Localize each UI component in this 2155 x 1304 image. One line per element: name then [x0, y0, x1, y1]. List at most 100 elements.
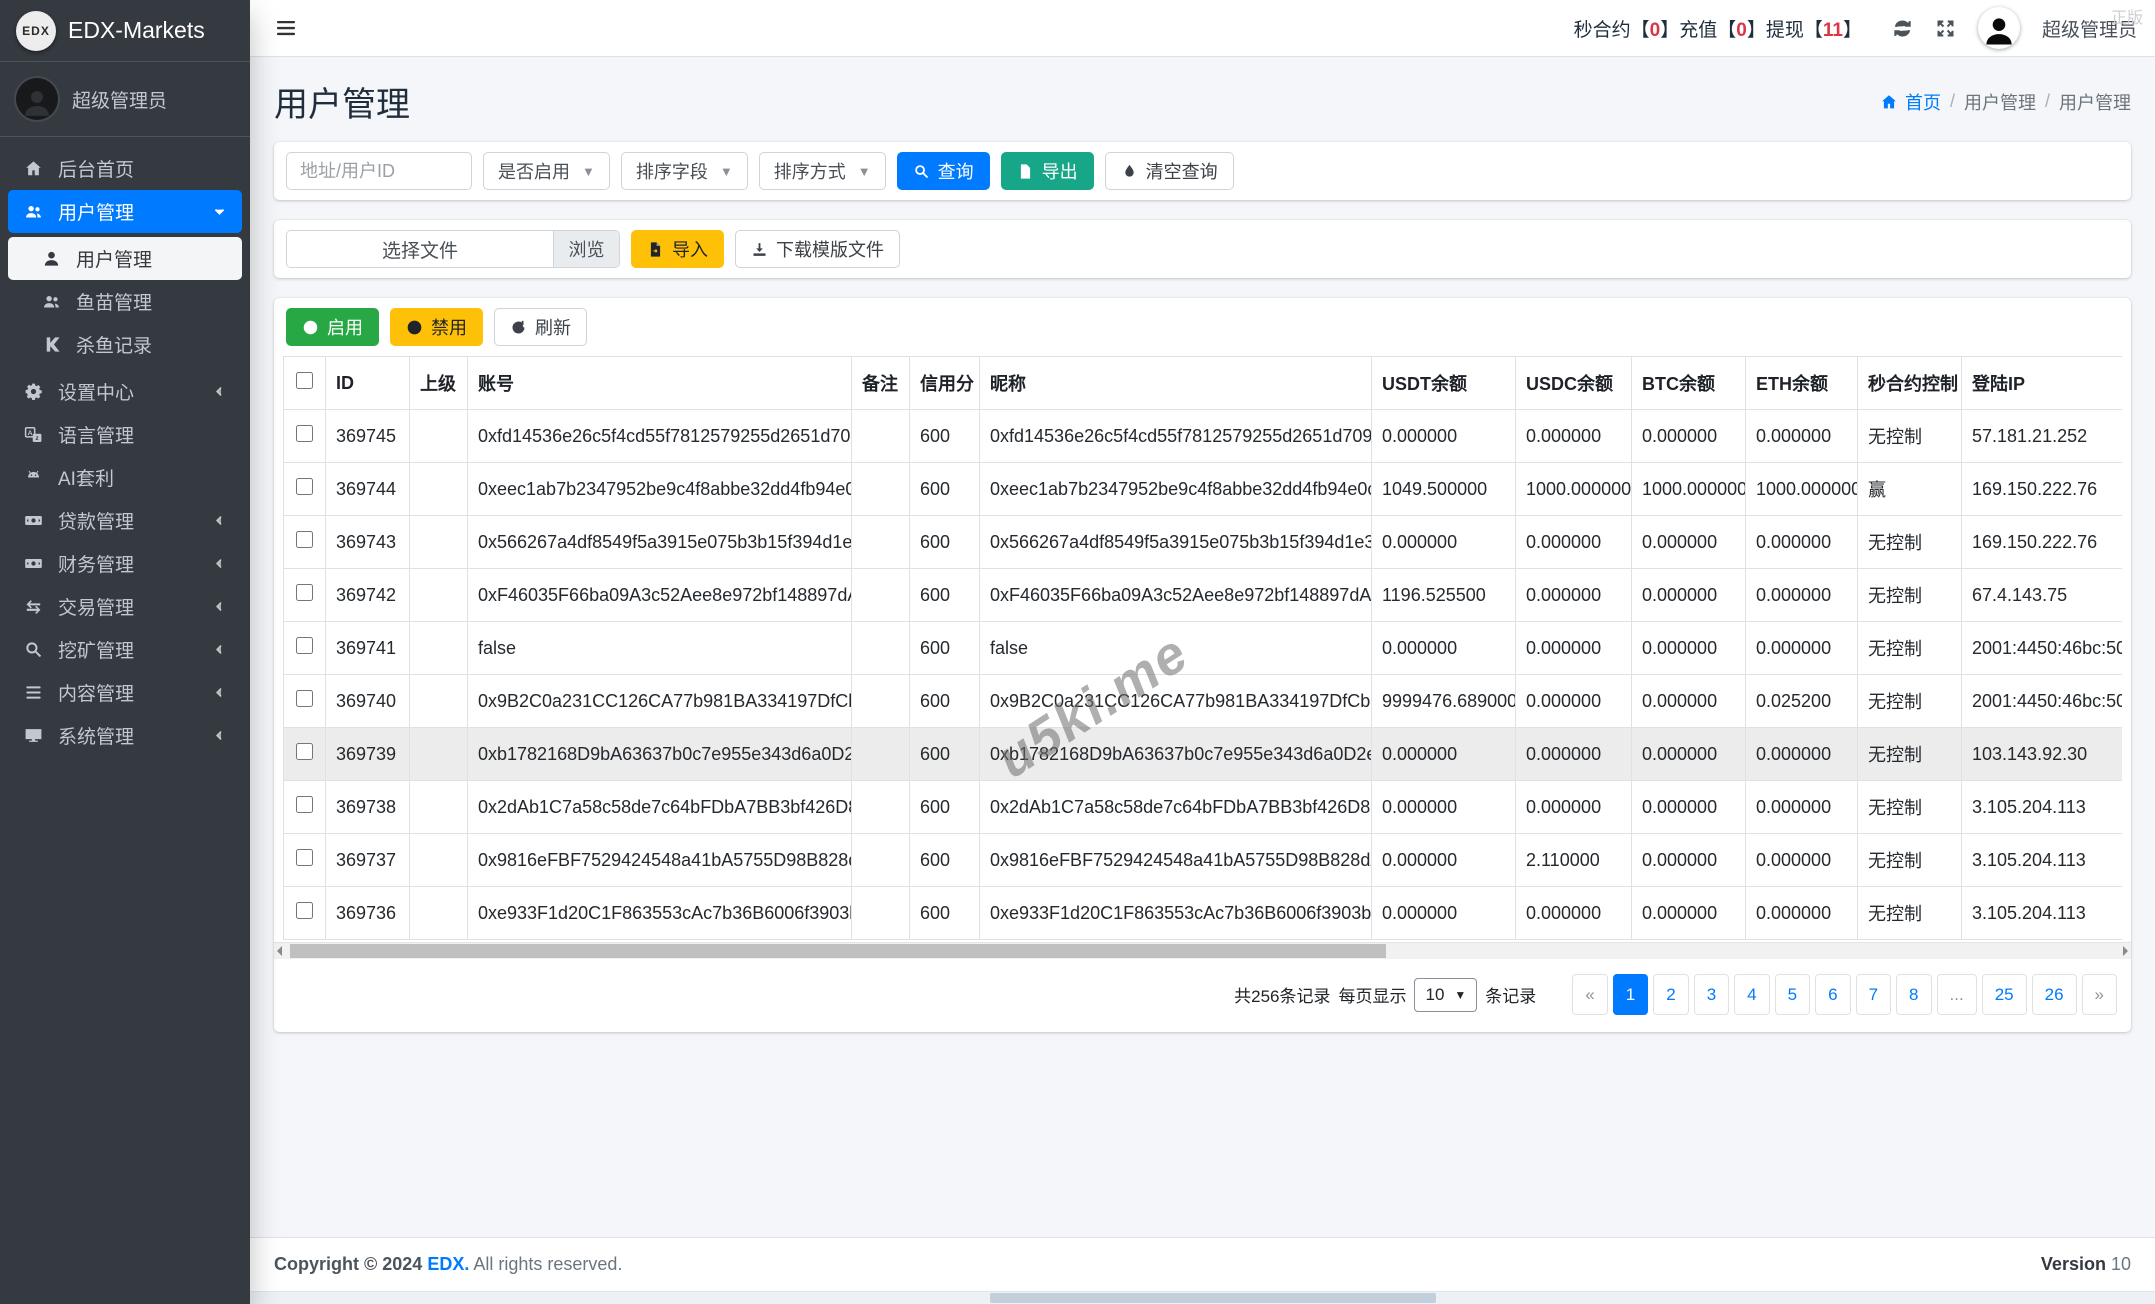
row-checkbox[interactable] — [296, 902, 313, 919]
column-header-登陆IP: 登陆IP — [1961, 356, 2122, 410]
file-input[interactable]: 选择文件 浏览 — [286, 230, 620, 268]
breadcrumb-home-link[interactable]: 首页 — [1880, 89, 1941, 115]
page-title: 用户管理 — [274, 86, 410, 124]
sidebar-item-语言管理[interactable]: Az 语言管理 — [8, 413, 242, 456]
cell-note — [851, 674, 910, 728]
pager-page-6[interactable]: 6 — [1815, 974, 1851, 1015]
cell-note — [851, 727, 910, 781]
disable-button-label: 禁用 — [431, 318, 467, 338]
table-row: 369742 0xF46035F66ba09A3c52Aee8e972bf1488… — [283, 568, 2122, 622]
pager-page-5[interactable]: 5 — [1774, 974, 1811, 1015]
topbar-avatar[interactable] — [1977, 7, 2020, 49]
user-silhouette-icon — [1981, 13, 2017, 49]
pager-page-3[interactable]: 3 — [1693, 974, 1730, 1015]
page-scrollbar-thumb[interactable] — [990, 1293, 1436, 1303]
row-checkbox[interactable] — [296, 478, 313, 495]
refresh-icon[interactable] — [1892, 18, 1913, 39]
pager-page-8[interactable]: 8 — [1896, 974, 1932, 1015]
sort-field-select[interactable]: 排序字段 ▼ — [620, 152, 748, 190]
sidebar-toggle-button[interactable] — [250, 0, 322, 56]
sidebar-item-内容管理[interactable]: 内容管理 — [8, 671, 242, 714]
brand[interactable]: EDX EDX-Markets — [0, 0, 250, 62]
fullscreen-icon[interactable] — [1935, 18, 1956, 39]
cell-usdt: 0.000000 — [1371, 621, 1516, 675]
home-icon — [20, 159, 46, 178]
per-page-select[interactable]: 10 ▼ — [1414, 977, 1478, 1012]
cell-nickname: 0x9816eFBF7529424548a41bA5755D98B828dA2f… — [979, 833, 1372, 887]
file-export-icon — [1017, 163, 1034, 180]
pager-page-2[interactable]: 2 — [1653, 974, 1689, 1015]
stat-value: 0 — [1649, 19, 1661, 41]
pager-page-4[interactable]: 4 — [1734, 974, 1770, 1015]
disable-button[interactable]: 禁用 — [390, 308, 483, 346]
sidebar-item-贷款管理[interactable]: 贷款管理 — [8, 499, 242, 542]
cell-usdt: 9999476.689000 — [1371, 674, 1516, 728]
content-icon — [20, 683, 46, 702]
row-checkbox[interactable] — [296, 584, 313, 601]
column-header-BTC余额: BTC余额 — [1631, 356, 1746, 410]
cell-usdc: 0.000000 — [1515, 886, 1632, 940]
svg-text:A: A — [27, 430, 32, 437]
pager-page-1[interactable]: 1 — [1612, 974, 1649, 1015]
sidebar-subitem-杀鱼记录[interactable]: 杀鱼记录 — [8, 323, 242, 366]
refresh-button[interactable]: 刷新 — [494, 308, 587, 346]
pager-page-25[interactable]: 25 — [1981, 974, 2027, 1015]
query-button[interactable]: 查询 — [896, 152, 990, 190]
menu-item-label: 后台首页 — [58, 160, 135, 181]
file-import-icon — [647, 241, 664, 258]
row-checkbox[interactable] — [296, 796, 313, 813]
download-template-button[interactable]: 下载模版文件 — [735, 230, 900, 268]
row-checkbox[interactable] — [296, 637, 313, 654]
svg-text:z: z — [35, 435, 38, 442]
sidebar-item-设置中心[interactable]: 设置中心 — [8, 370, 242, 413]
refresh-button-label: 刷新 — [535, 318, 571, 338]
user-silhouette-icon — [20, 86, 54, 120]
scroll-left-arrow-icon[interactable] — [277, 946, 282, 956]
sidebar-item-系统管理[interactable]: 系统管理 — [8, 714, 242, 757]
sidebar-item-AI套利[interactable]: AI套利 — [8, 456, 242, 499]
sidebar-item-用户管理[interactable]: 用户管理 — [8, 190, 242, 233]
version-label: Version — [2040, 1254, 2106, 1274]
row-checkbox[interactable] — [296, 690, 313, 707]
enabled-filter-select[interactable]: 是否启用 ▼ — [483, 152, 610, 190]
row-checkbox[interactable] — [296, 531, 313, 548]
users-table: ID 上级 账号 备注 信用分 昵称 USDT余额 USDC余额 BTC余额 ETH余额 秒合约控制… — [283, 356, 2122, 940]
browse-button[interactable]: 浏览 — [553, 231, 619, 267]
search-input[interactable] — [286, 152, 472, 190]
sort-order-label: 排序方式 — [773, 162, 846, 182]
table-card: 启用 禁用 刷新 ID 上级 账号 备注 信用分 昵称 USDT余额 USDC余额 BTC余额 E… — [274, 298, 2131, 1032]
import-button[interactable]: 导入 — [631, 230, 724, 268]
users-icon — [38, 292, 64, 311]
pager-page-26[interactable]: 26 — [2031, 974, 2077, 1015]
sort-order-select[interactable]: 排序方式 ▼ — [758, 152, 886, 190]
select-all-checkbox[interactable] — [296, 372, 313, 389]
pager-prev-button[interactable]: « — [1572, 974, 1608, 1015]
cell-btc: 0.000000 — [1631, 515, 1746, 569]
sidebar-item-挖矿管理[interactable]: 挖矿管理 — [8, 628, 242, 671]
scroll-right-arrow-icon[interactable] — [2123, 946, 2128, 956]
sidebar-subitem-鱼苗管理[interactable]: 鱼苗管理 — [8, 280, 242, 323]
cell-note — [851, 515, 910, 569]
sidebar-item-后台首页[interactable]: 后台首页 — [8, 147, 242, 190]
cell-parent — [409, 780, 468, 834]
sidebar-item-财务管理[interactable]: 财务管理 — [8, 542, 242, 585]
sidebar-subitem-用户管理[interactable]: 用户管理 — [8, 237, 242, 280]
table-horizontal-scrollbar[interactable] — [274, 942, 2131, 959]
pager-page-7[interactable]: 7 — [1855, 974, 1892, 1015]
table-header-row: ID 上级 账号 备注 信用分 昵称 USDT余额 USDC余额 BTC余额 ETH余额 秒合约控制… — [283, 356, 2122, 410]
sidebar-item-交易管理[interactable]: 交易管理 — [8, 585, 242, 628]
pager-next-button[interactable]: » — [2081, 974, 2117, 1015]
footer-brand-link[interactable]: EDX. — [427, 1254, 469, 1274]
enable-button[interactable]: 启用 — [286, 308, 379, 346]
cell-id: 369745 — [325, 409, 410, 463]
cell-parent — [409, 833, 468, 887]
table-scrollbar-thumb[interactable] — [290, 944, 1386, 958]
row-checkbox[interactable] — [296, 849, 313, 866]
cell-usdt: 1049.500000 — [1371, 462, 1516, 516]
clear-query-button[interactable]: 清空查询 — [1104, 152, 1234, 190]
row-checkbox[interactable] — [296, 743, 313, 760]
page-horizontal-scrollbar[interactable] — [250, 1291, 2155, 1304]
cell-account: 0x9816eFBF7529424548a41bA5755D98B828dA2f… — [467, 833, 852, 887]
row-checkbox[interactable] — [296, 425, 313, 442]
export-button[interactable]: 导出 — [1000, 152, 1094, 190]
